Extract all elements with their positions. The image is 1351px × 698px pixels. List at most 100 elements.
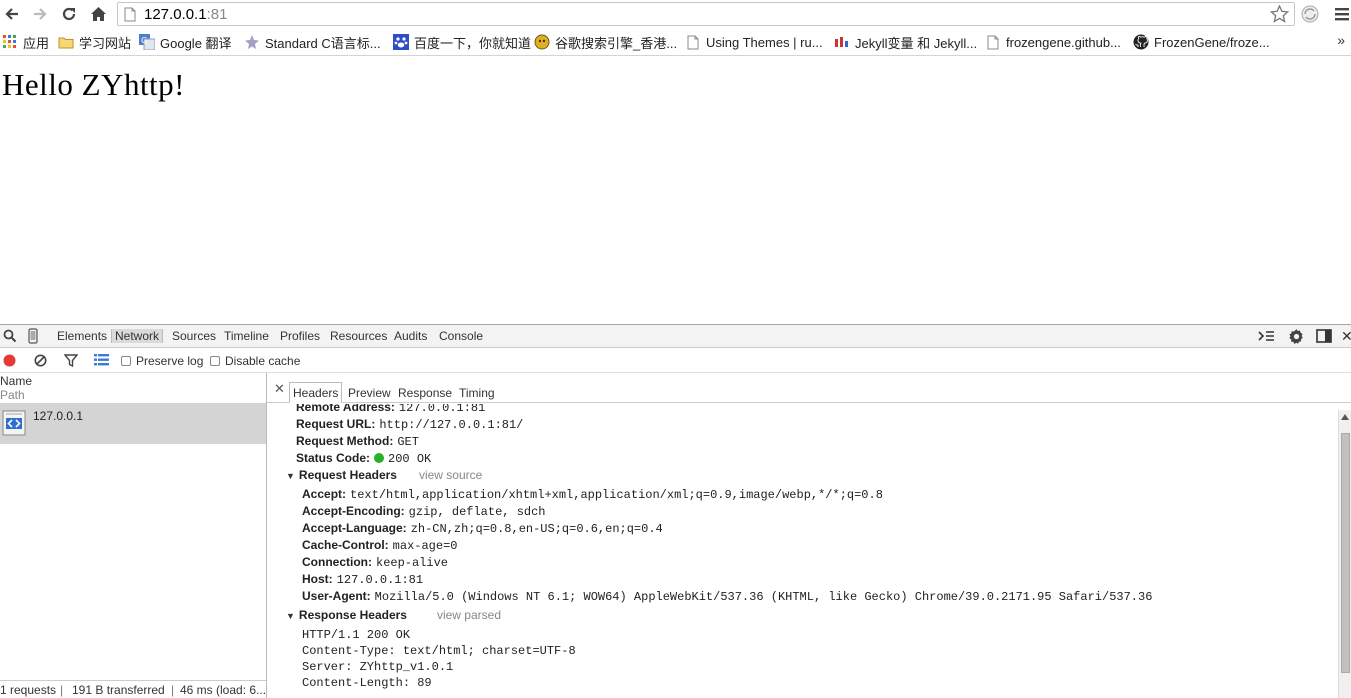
- response-header-line: Content-Length: 89: [302, 675, 432, 690]
- list-view-icon[interactable]: [94, 354, 109, 369]
- request-header-row: Accept-Language: zh-CN,zh;q=0.8,en-US;q=0…: [302, 521, 663, 536]
- filter-icon[interactable]: [63, 354, 79, 370]
- forward-icon[interactable]: [30, 4, 50, 24]
- request-list-header[interactable]: Name Path: [0, 373, 266, 403]
- request-header-row: Accept: text/html,application/xhtml+xml,a…: [302, 487, 883, 502]
- tab-headers[interactable]: Headers: [289, 382, 343, 403]
- disable-cache-checkbox[interactable]: Disable cache: [210, 354, 300, 368]
- bookmark-frozengene-github[interactable]: frozengene.github...: [985, 33, 1121, 51]
- summary-separator: |: [171, 683, 175, 697]
- menu-icon[interactable]: [1334, 7, 1350, 24]
- view-source-link[interactable]: view source: [419, 468, 482, 482]
- tab-response[interactable]: Response: [398, 386, 452, 400]
- tab-preview[interactable]: Preview: [348, 386, 391, 400]
- expand-triangle-icon[interactable]: ▼: [286, 471, 295, 481]
- view-parsed-link[interactable]: view parsed: [437, 608, 501, 622]
- header-key: Accept:: [302, 487, 347, 501]
- header-value: 127.0.0.1:81: [336, 573, 424, 587]
- tab-audits[interactable]: Audits: [394, 329, 427, 343]
- tab-profiles[interactable]: Profiles: [280, 329, 320, 343]
- tab-timeline[interactable]: Timeline: [224, 329, 269, 343]
- html-document-icon: [2, 410, 26, 439]
- tab-elements[interactable]: Elements: [57, 329, 107, 343]
- bookmark-apps[interactable]: 应用: [2, 33, 49, 51]
- google-translate-icon: G: [139, 34, 155, 50]
- page-icon: [685, 34, 701, 50]
- tab-timing[interactable]: Timing: [459, 386, 495, 400]
- bookmark-jekyll[interactable]: Jekyll变量 和 Jekyll...: [834, 33, 977, 51]
- google-hk-icon: [534, 34, 550, 50]
- device-mode-icon[interactable]: [28, 328, 38, 347]
- bookmark-label: Using Themes | ru...: [706, 34, 823, 50]
- close-details-icon[interactable]: ✕: [274, 381, 285, 397]
- folder-icon: [58, 34, 74, 50]
- status-ok-icon: [374, 453, 385, 463]
- checkbox-box[interactable]: [121, 356, 131, 366]
- dock-side-icon[interactable]: [1316, 329, 1332, 346]
- search-icon[interactable]: [3, 329, 17, 346]
- star-bookmark-icon: [244, 34, 260, 50]
- checkbox-label: Disable cache: [225, 354, 301, 368]
- star-icon[interactable]: [1269, 4, 1290, 26]
- raw-header: HTTP/1.1 200 OK: [302, 628, 411, 642]
- header-value: text/html,application/xhtml+xml,applicat…: [350, 488, 883, 502]
- svg-text:G: G: [141, 36, 147, 45]
- url-host: 127.0.0.1: [144, 6, 207, 23]
- address-bar[interactable]: 127.0.0.1:81: [117, 2, 1295, 26]
- header-key: Request Method:: [296, 434, 394, 448]
- address-bar-url[interactable]: 127.0.0.1:81: [144, 6, 227, 23]
- header-key: Remote Address:: [296, 404, 395, 414]
- header-key: Status Code:: [296, 451, 371, 465]
- request-row[interactable]: 127.0.0.1: [0, 403, 266, 444]
- section-title: Request Headers: [298, 468, 397, 482]
- headers-view: Remote Address: 127.0.0.1:81 Request URL:…: [267, 404, 1338, 698]
- scrollbar-thumb[interactable]: [1341, 433, 1350, 673]
- github-icon: [1133, 34, 1149, 50]
- bookmarks-overflow-button[interactable]: »: [1337, 32, 1345, 48]
- browser-toolbar: 127.0.0.1:81: [0, 0, 1351, 29]
- tab-sources[interactable]: Sources: [172, 329, 216, 343]
- bookmark-google-hk[interactable]: 谷歌搜索引擎_香港...: [534, 33, 677, 51]
- show-drawer-icon[interactable]: [1258, 329, 1275, 346]
- checkbox-box[interactable]: [210, 356, 220, 366]
- header-value: max-age=0: [392, 539, 458, 553]
- bookmark-google-translate[interactable]: G Google 翻译: [139, 33, 232, 51]
- scroll-up-icon[interactable]: [1341, 414, 1349, 420]
- bookmark-label: 谷歌搜索引擎_香港...: [555, 35, 678, 51]
- record-icon[interactable]: [3, 354, 16, 370]
- details-scrollbar[interactable]: [1338, 410, 1351, 698]
- bookmark-baidu[interactable]: 百度一下，你就知道: [393, 33, 531, 51]
- request-headers-section[interactable]: ▼ Request Headers view source: [286, 468, 482, 482]
- bookmark-using-themes[interactable]: Using Themes | ru...: [685, 33, 823, 51]
- gear-icon[interactable]: [1288, 328, 1305, 348]
- response-header-line: Content-Type: text/html; charset=UTF-8: [302, 643, 576, 658]
- header-value: zh-CN,zh;q=0.8,en-US;q=0.6,en;q=0.4: [410, 522, 663, 536]
- page-icon: [124, 7, 136, 25]
- back-icon[interactable]: [2, 4, 22, 24]
- reload-icon[interactable]: [59, 4, 79, 24]
- home-icon[interactable]: [88, 4, 108, 24]
- tab-console[interactable]: Console: [439, 329, 483, 343]
- raw-header: Server: ZYhttp_v1.0.1: [302, 660, 454, 674]
- summary-separator: |: [60, 683, 64, 697]
- column-name[interactable]: Name: [0, 374, 32, 388]
- close-devtools-icon[interactable]: ✕: [1341, 328, 1351, 345]
- bookmarks-bar: 应用 学习网站 G Google 翻译 Standard C语言标... 百度一…: [0, 29, 1351, 56]
- preserve-log-checkbox[interactable]: Preserve log: [121, 354, 203, 368]
- clear-icon[interactable]: [34, 354, 47, 370]
- bookmark-label: Standard C语言标...: [265, 35, 381, 51]
- extension-icon[interactable]: [1300, 4, 1320, 27]
- devtools-panel: Elements Network Sources Timeline Profil…: [0, 324, 1351, 698]
- bookmark-folder-learning[interactable]: 学习网站: [58, 33, 131, 51]
- response-headers-section[interactable]: ▼ Response Headers view parsed: [286, 608, 501, 622]
- tab-network[interactable]: Network: [111, 329, 164, 343]
- header-key: Accept-Encoding:: [302, 504, 405, 518]
- bookmark-standard-c[interactable]: Standard C语言标...: [244, 33, 381, 51]
- request-header-row: Host: 127.0.0.1:81: [302, 572, 423, 587]
- tab-resources[interactable]: Resources: [330, 329, 387, 343]
- expand-triangle-icon[interactable]: ▼: [286, 611, 295, 621]
- bookmark-label: Jekyll变量 和 Jekyll...: [855, 35, 978, 51]
- header-value: GET: [397, 435, 419, 449]
- header-value: Mozilla/5.0 (Windows NT 6.1; WOW64) Appl…: [374, 590, 1153, 604]
- bookmark-frozengene-repo[interactable]: FrozenGene/froze...: [1133, 33, 1270, 51]
